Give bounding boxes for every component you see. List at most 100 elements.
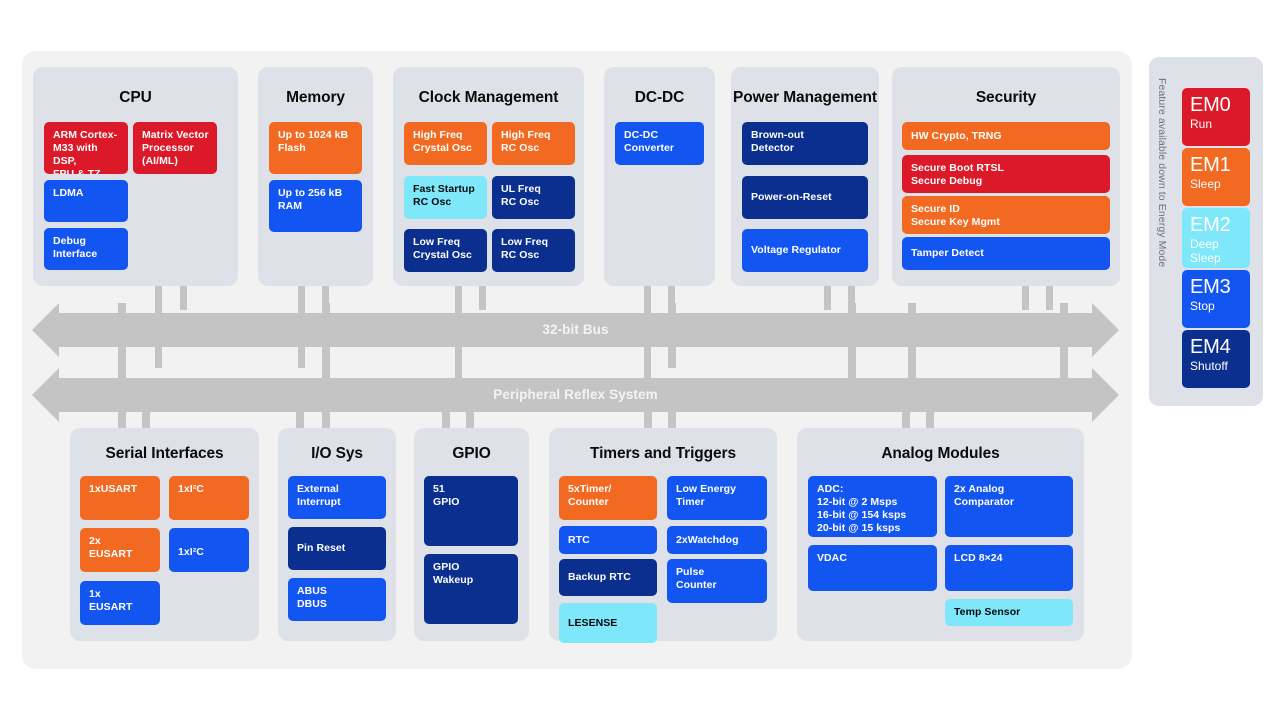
block-matrix-vector-processor[interactable]: Matrix Vector Processor (AI/ML) xyxy=(133,122,217,174)
panel-title-memory: Memory xyxy=(286,89,345,106)
block-hf-rc-osc[interactable]: High Freq RC Osc xyxy=(492,122,575,165)
panel-title-io-sys: I/O Sys xyxy=(311,445,363,462)
block-2x-eusart[interactable]: 2x EUSART xyxy=(80,528,160,572)
block-analog-comparator[interactable]: 2x Analog Comparator xyxy=(945,476,1073,537)
panel-title-serial-interfaces: Serial Interfaces xyxy=(105,445,224,462)
bus-32-bit-label: 32-bit Bus xyxy=(542,322,609,337)
block-lf-crystal-osc[interactable]: Low Freq Crystal Osc xyxy=(404,229,487,272)
block-lcd[interactable]: LCD 8×24 xyxy=(945,545,1073,591)
panel-gpio[interactable]: GPIO 51 GPIO GPIO Wakeup xyxy=(414,428,529,641)
bus-stub-security-1 xyxy=(1022,286,1029,310)
block-backup-rtc[interactable]: Backup RTC xyxy=(559,559,657,596)
block-secure-boot-rtsl[interactable]: Secure Boot RTSL Secure Debug xyxy=(902,155,1110,193)
block-dcdc-converter[interactable]: DC-DC Converter xyxy=(615,122,704,165)
energy-mode-em2[interactable]: EM2 Deep Sleep xyxy=(1182,208,1250,268)
bus-stub-analog-2 xyxy=(926,406,934,430)
block-secure-id-key-mgmt[interactable]: Secure ID Secure Key Mgmt xyxy=(902,196,1110,234)
block-1x-eusart[interactable]: 1x EUSART xyxy=(80,581,160,625)
block-1x-usart[interactable]: 1xUSART xyxy=(80,476,160,520)
block-hw-crypto-trng-top[interactable]: HW Crypto, TRNG xyxy=(902,122,1110,150)
block-lesense[interactable]: LESENSE xyxy=(559,603,657,643)
block-1x-i2c-blue[interactable]: 1xI²C xyxy=(169,528,249,572)
bus-stub-serial-2 xyxy=(142,406,150,430)
bus-stub-analog-1 xyxy=(902,406,910,430)
block-temp-sensor[interactable]: Temp Sensor xyxy=(945,599,1073,626)
bus-stub-timers-1 xyxy=(644,406,652,430)
block-vdac[interactable]: VDAC xyxy=(808,545,937,591)
block-power-on-reset[interactable]: Power-on-Reset xyxy=(742,176,868,219)
energy-mode-em2-name-line2: Sleep xyxy=(1190,251,1221,265)
panel-clock-management[interactable]: Clock Management High Freq Crystal Osc H… xyxy=(393,67,584,286)
block-1x-i2c-orange[interactable]: 1xI²C xyxy=(169,476,249,520)
block-51-gpio[interactable]: 51 GPIO xyxy=(424,476,518,546)
panel-title-gpio: GPIO xyxy=(452,445,491,462)
panel-title-cpu: CPU xyxy=(119,89,152,106)
block-arm-cortex-m33[interactable]: ARM Cortex- M33 with DSP, FPU & TZ xyxy=(44,122,128,174)
energy-mode-em3[interactable]: EM3 Stop xyxy=(1182,270,1250,328)
bus-stub-timers-2 xyxy=(668,406,676,430)
block-ul-freq-rc-osc[interactable]: UL Freq RC Osc xyxy=(492,176,575,219)
bus-stub-clock-2 xyxy=(479,286,486,310)
block-voltage-regulator[interactable]: Voltage Regulator xyxy=(742,229,868,272)
energy-mode-em1[interactable]: EM1 Sleep xyxy=(1182,148,1250,206)
panel-title-dcdc: DC-DC xyxy=(634,89,685,106)
panel-title-security: Security xyxy=(975,89,1037,106)
block-debug-interface[interactable]: Debug Interface xyxy=(44,228,128,270)
block-adc[interactable]: ADC: 12-bit @ 2 Msps 16-bit @ 154 ksps 2… xyxy=(808,476,937,537)
bus-stub-iosys-2 xyxy=(322,406,330,430)
block-gpio-wakeup[interactable]: GPIO Wakeup xyxy=(424,554,518,624)
block-ram[interactable]: Up to 256 kB RAM xyxy=(269,180,362,232)
block-2x-watchdog[interactable]: 2xWatchdog xyxy=(667,526,767,554)
block-abus-dbus[interactable]: ABUS DBUS xyxy=(288,578,386,621)
energy-mode-em4[interactable]: EM4 Shutoff xyxy=(1182,330,1250,388)
bus-peripheral-reflex-system: Peripheral Reflex System xyxy=(58,378,1093,412)
block-hf-crystal-osc[interactable]: High Freq Crystal Osc xyxy=(404,122,487,165)
bus-stub-serial-1 xyxy=(118,406,126,430)
energy-mode-em1-id: EM1 xyxy=(1190,154,1231,176)
block-ldma[interactable]: LDMA xyxy=(44,180,128,222)
bus-stub-cpu-2 xyxy=(180,286,187,310)
panel-serial-interfaces[interactable]: Serial Interfaces 1xUSART 1xI²C 2x EUSAR… xyxy=(70,428,259,641)
block-tamper-detect[interactable]: Tamper Detect xyxy=(902,237,1110,270)
soc-block-diagram: CPU ARM Cortex- M33 with DSP, FPU & TZ M… xyxy=(0,0,1280,721)
energy-mode-em0[interactable]: EM0 Run xyxy=(1182,88,1250,146)
block-fast-startup-rc-osc[interactable]: Fast Startup RC Osc xyxy=(404,176,487,219)
energy-mode-em0-id: EM0 xyxy=(1190,94,1231,116)
block-5x-timer-counter[interactable]: 5xTimer/ Counter xyxy=(559,476,657,520)
bus-arrow-right-top xyxy=(1092,303,1119,357)
bus-stub-gpio-1 xyxy=(442,406,450,430)
block-external-interrupt[interactable]: External Interrupt xyxy=(288,476,386,519)
bus-32-bit: 32-bit Bus xyxy=(58,313,1093,347)
energy-mode-em3-name: Stop xyxy=(1190,299,1215,313)
energy-mode-em2-name-line1: Deep xyxy=(1190,237,1219,251)
bus-stub-security-2 xyxy=(1046,286,1053,310)
block-rtc[interactable]: RTC xyxy=(559,526,657,554)
bus-arrow-left-bottom xyxy=(32,368,59,422)
block-pulse-counter[interactable]: Pulse Counter xyxy=(667,559,767,603)
energy-mode-em4-id: EM4 xyxy=(1190,336,1231,358)
panel-analog-modules[interactable]: Analog Modules ADC: 12-bit @ 2 Msps 16-b… xyxy=(797,428,1084,641)
panel-io-sys[interactable]: I/O Sys External Interrupt Pin Reset ABU… xyxy=(278,428,396,641)
bus-arrow-left-top xyxy=(32,303,59,357)
energy-mode-em2-id: EM2 xyxy=(1190,214,1231,236)
block-brown-out-detector[interactable]: Brown-out Detector xyxy=(742,122,868,165)
panel-power-management[interactable]: Power Management Brown-out Detector Powe… xyxy=(731,67,879,286)
panel-memory[interactable]: Memory Up to 1024 kB Flash Up to 256 kB … xyxy=(258,67,373,286)
panel-title-analog-modules: Analog Modules xyxy=(881,445,1000,462)
energy-mode-em0-name: Run xyxy=(1190,117,1213,131)
energy-mode-em4-name: Shutoff xyxy=(1190,359,1228,373)
bus-stub-iosys-1 xyxy=(296,406,304,430)
panel-timers-and-triggers[interactable]: Timers and Triggers 5xTimer/ Counter Low… xyxy=(549,428,777,643)
panel-security[interactable]: Security Secure Boot RTSL Secure Debug S… xyxy=(892,67,1120,286)
panel-cpu[interactable]: CPU ARM Cortex- M33 with DSP, FPU & TZ M… xyxy=(33,67,238,286)
block-lf-rc-osc[interactable]: Low Freq RC Osc xyxy=(492,229,575,272)
block-flash[interactable]: Up to 1024 kB Flash xyxy=(269,122,362,174)
bus-prs-label: Peripheral Reflex System xyxy=(493,387,658,402)
panel-dcdc[interactable]: DC-DC DC-DC Converter xyxy=(604,67,715,286)
panel-title-clock-management: Clock Management xyxy=(418,89,559,106)
block-low-energy-timer[interactable]: Low Energy Timer xyxy=(667,476,767,520)
energy-mode-caption: Feature available down to Energy Mode xyxy=(1156,78,1168,268)
bus-stub-gpio-2 xyxy=(466,406,474,430)
block-pin-reset[interactable]: Pin Reset xyxy=(288,527,386,570)
panel-title-timers-and-triggers: Timers and Triggers xyxy=(590,445,736,462)
